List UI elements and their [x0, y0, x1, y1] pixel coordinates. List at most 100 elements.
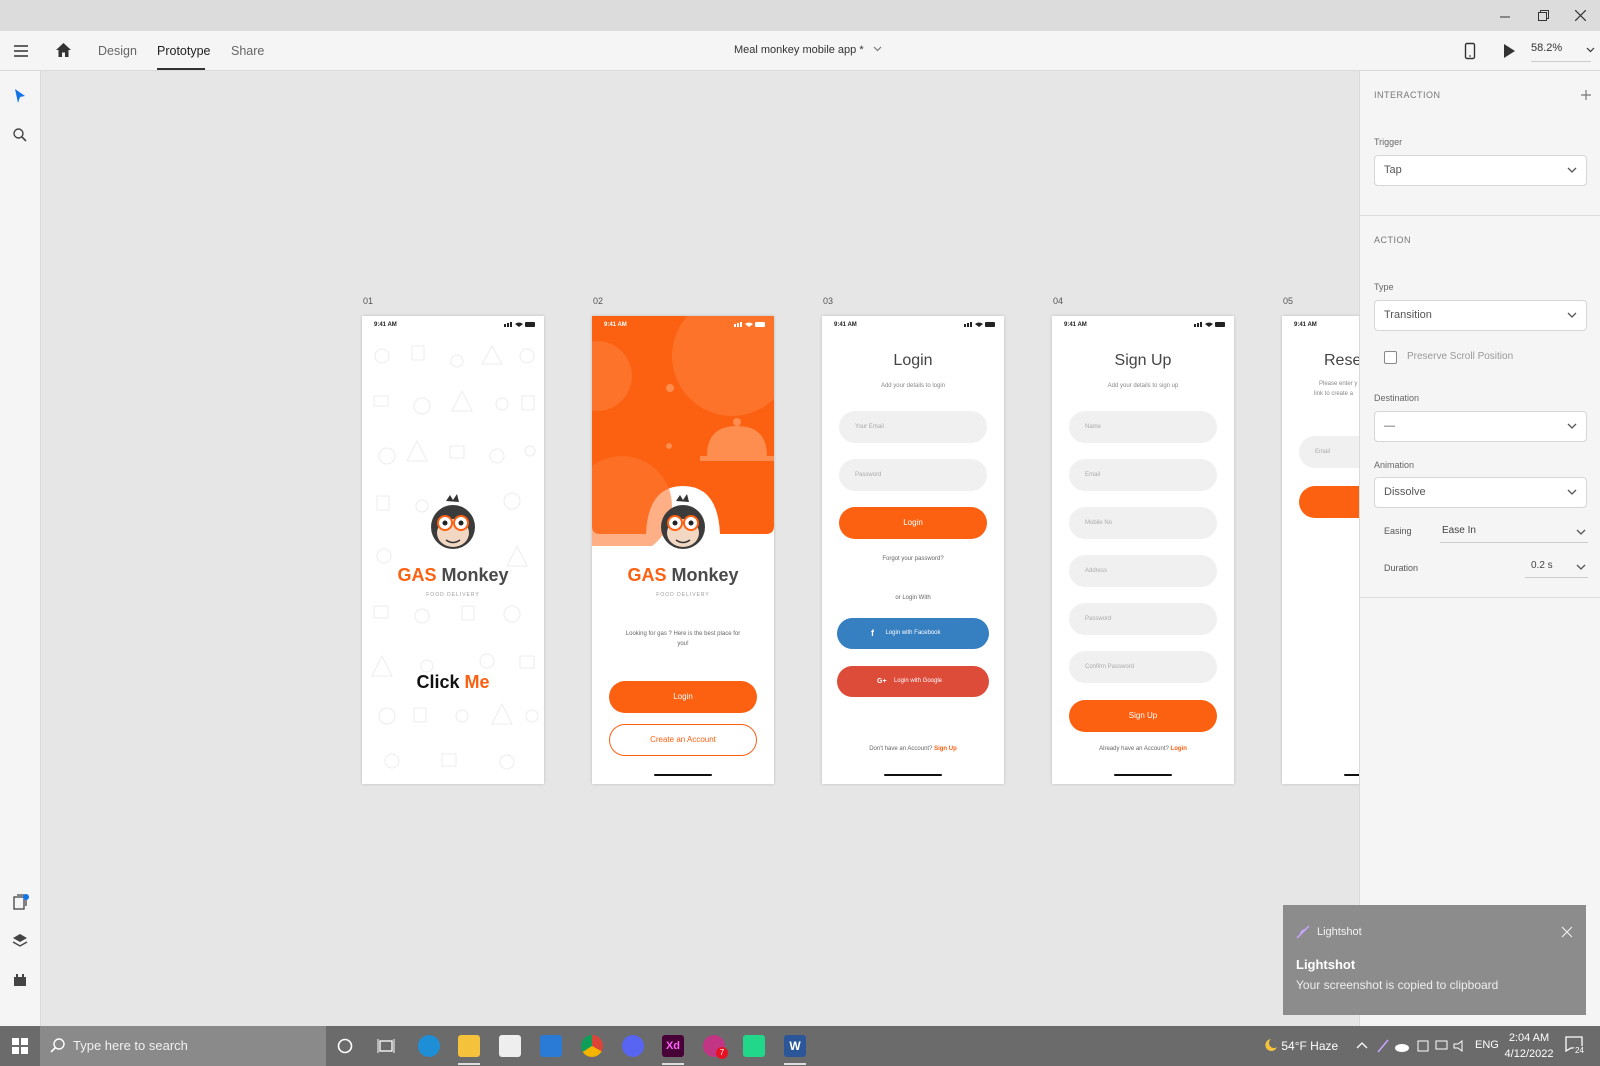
signup-prompt: Don't have an Account? Sign Up [822, 746, 1004, 752]
address-field[interactable]: Address [1069, 555, 1217, 587]
zoom-level-control[interactable]: 58.2% [1531, 42, 1595, 62]
document-title[interactable]: Meal monkey mobile app * [734, 44, 882, 56]
reset-button[interactable] [1299, 486, 1359, 518]
store-app[interactable] [499, 1035, 521, 1057]
artboard-05-reset[interactable]: 9:41 AM Reset Please enter y link to cre… [1282, 316, 1359, 784]
zoom-tool[interactable] [12, 127, 28, 143]
close-button[interactable] [1568, 4, 1592, 28]
home-button[interactable] [55, 42, 72, 58]
artboard-label-03[interactable]: 03 [823, 296, 833, 306]
login-button[interactable]: Login [609, 681, 757, 713]
cortana-circle-icon [337, 1038, 353, 1054]
messenger-badge: 7 [716, 1047, 728, 1059]
restore-button[interactable] [1531, 4, 1555, 28]
monkey-logo [431, 494, 475, 549]
or-login-with-text: or Login With [895, 595, 931, 601]
forgot-password-link[interactable]: Forgot your password? [822, 556, 1004, 562]
tab-design[interactable]: Design [98, 44, 137, 58]
select-tool[interactable] [13, 88, 27, 104]
name-field[interactable]: Name [1069, 411, 1217, 443]
animation-dropdown[interactable]: Dissolve [1374, 477, 1587, 508]
welcome-description: Looking for gas ? Here is the best place… [625, 631, 741, 647]
easing-dropdown[interactable]: Ease In [1440, 521, 1588, 543]
login-link[interactable]: Login [1171, 746, 1187, 752]
pycharm-app[interactable] [743, 1035, 765, 1057]
windows-taskbar: Type here to search Xd 7 W 54°F Haze ENG… [0, 1026, 1600, 1066]
tray-chevron-button[interactable] [1356, 1039, 1368, 1051]
menu-button[interactable] [13, 44, 29, 58]
tab-prototype[interactable]: Prototype [157, 44, 211, 58]
email-field[interactable]: Email [1069, 459, 1217, 491]
taskbar-search-box[interactable]: Type here to search [40, 1026, 326, 1066]
device-preview-button[interactable] [1464, 42, 1476, 60]
home-indicator [1114, 774, 1172, 776]
edge-app[interactable] [418, 1035, 440, 1057]
minimize-button[interactable] [1493, 4, 1517, 28]
google-login-button[interactable]: G+ Login with Google [837, 666, 989, 697]
word-app[interactable]: W [784, 1035, 806, 1057]
type-label: Type [1374, 282, 1394, 292]
artboard-02-welcome[interactable]: 9:41 AM GAS Monkey FOOD DELIVERY Looking… [592, 316, 774, 784]
signup-button[interactable]: Sign Up [1069, 700, 1217, 732]
login-button[interactable]: Login [839, 507, 987, 539]
add-interaction-button[interactable] [1580, 88, 1592, 100]
weather-widget[interactable]: 54°F Haze [1262, 1038, 1338, 1053]
mobile-field[interactable]: Mobile No [1069, 507, 1217, 539]
start-button[interactable] [0, 1026, 40, 1066]
design-canvas[interactable]: 01 02 03 04 05 9:41 AM GAS Monkey FOOD D… [41, 71, 1359, 1026]
brand-name-main: Monkey [441, 565, 509, 585]
mail-app[interactable] [540, 1035, 562, 1057]
trigger-label: Trigger [1374, 137, 1403, 147]
artboard-03-login[interactable]: 9:41 AM Login Add your details to login … [822, 316, 1004, 784]
artboard-label-04[interactable]: 04 [1053, 296, 1063, 306]
language-indicator[interactable]: ENG [1475, 1039, 1499, 1051]
click-me-text[interactable]: Click Me [362, 672, 544, 693]
artboard-label-05[interactable]: 05 [1283, 296, 1293, 306]
notification-center-button[interactable]: 24 [1565, 1036, 1589, 1058]
toast-app-name: Lightshot [1317, 926, 1362, 938]
reset-title: Reset [1324, 352, 1359, 369]
create-account-button[interactable]: Create an Account [609, 724, 757, 756]
artboard-01-splash[interactable]: 9:41 AM GAS Monkey FOOD DELIVERY Click M… [362, 316, 544, 784]
layers-button[interactable] [12, 933, 28, 949]
type-value: Transition [1384, 309, 1432, 321]
messenger-app[interactable]: 7 [703, 1035, 728, 1059]
clock[interactable]: 2:04 AM 4/12/2022 [1500, 1030, 1558, 1062]
email-field[interactable]: Email [1299, 436, 1359, 468]
preserve-scroll-label: Preserve Scroll Position [1407, 351, 1514, 362]
chevron-down-icon [1576, 564, 1586, 570]
play-icon [1504, 44, 1515, 58]
confirm-password-field[interactable]: Confirm Password [1069, 651, 1217, 683]
file-explorer-app[interactable] [458, 1035, 480, 1057]
plugins-button[interactable] [12, 972, 28, 988]
brand-name-accent: GAS [397, 565, 437, 585]
play-preview-button[interactable] [1502, 43, 1516, 59]
tab-share[interactable]: Share [231, 44, 264, 58]
tray-icons[interactable] [1376, 1038, 1466, 1054]
artboard-04-signup[interactable]: 9:41 AM Sign Up Add your details to sign… [1052, 316, 1234, 784]
type-dropdown[interactable]: Transition [1374, 300, 1587, 331]
destination-dropdown[interactable]: — [1374, 411, 1587, 442]
signup-link[interactable]: Sign Up [934, 746, 957, 752]
discord-app[interactable] [622, 1035, 644, 1057]
trigger-dropdown[interactable]: Tap [1374, 155, 1587, 186]
chrome-app[interactable] [581, 1035, 603, 1057]
facebook-login-button[interactable]: f Login with Facebook [837, 618, 989, 649]
preserve-scroll-checkbox[interactable] [1384, 351, 1397, 364]
adobe-xd-app[interactable]: Xd [662, 1035, 684, 1057]
artboard-label-01[interactable]: 01 [363, 296, 373, 306]
lightshot-notification[interactable]: Lightshot Lightshot Your screenshot is c… [1283, 905, 1586, 1015]
zoom-level-value: 58.2% [1531, 42, 1563, 54]
document-assets-button[interactable] [12, 894, 29, 911]
toast-close-button[interactable] [1561, 925, 1573, 938]
password-field[interactable]: Password [839, 459, 987, 491]
password-field[interactable]: Password [1069, 603, 1217, 635]
email-field[interactable]: Your Email [839, 411, 987, 443]
artboard-label-02[interactable]: 02 [593, 296, 603, 306]
login-title: Login [893, 352, 933, 369]
no-account-text: Don't have an Account? [869, 746, 933, 752]
task-view-button[interactable] [377, 1037, 395, 1055]
cortana-button[interactable] [336, 1037, 354, 1055]
pointer-arrow-icon [15, 89, 25, 103]
duration-input[interactable]: 0.2 s [1525, 556, 1588, 578]
